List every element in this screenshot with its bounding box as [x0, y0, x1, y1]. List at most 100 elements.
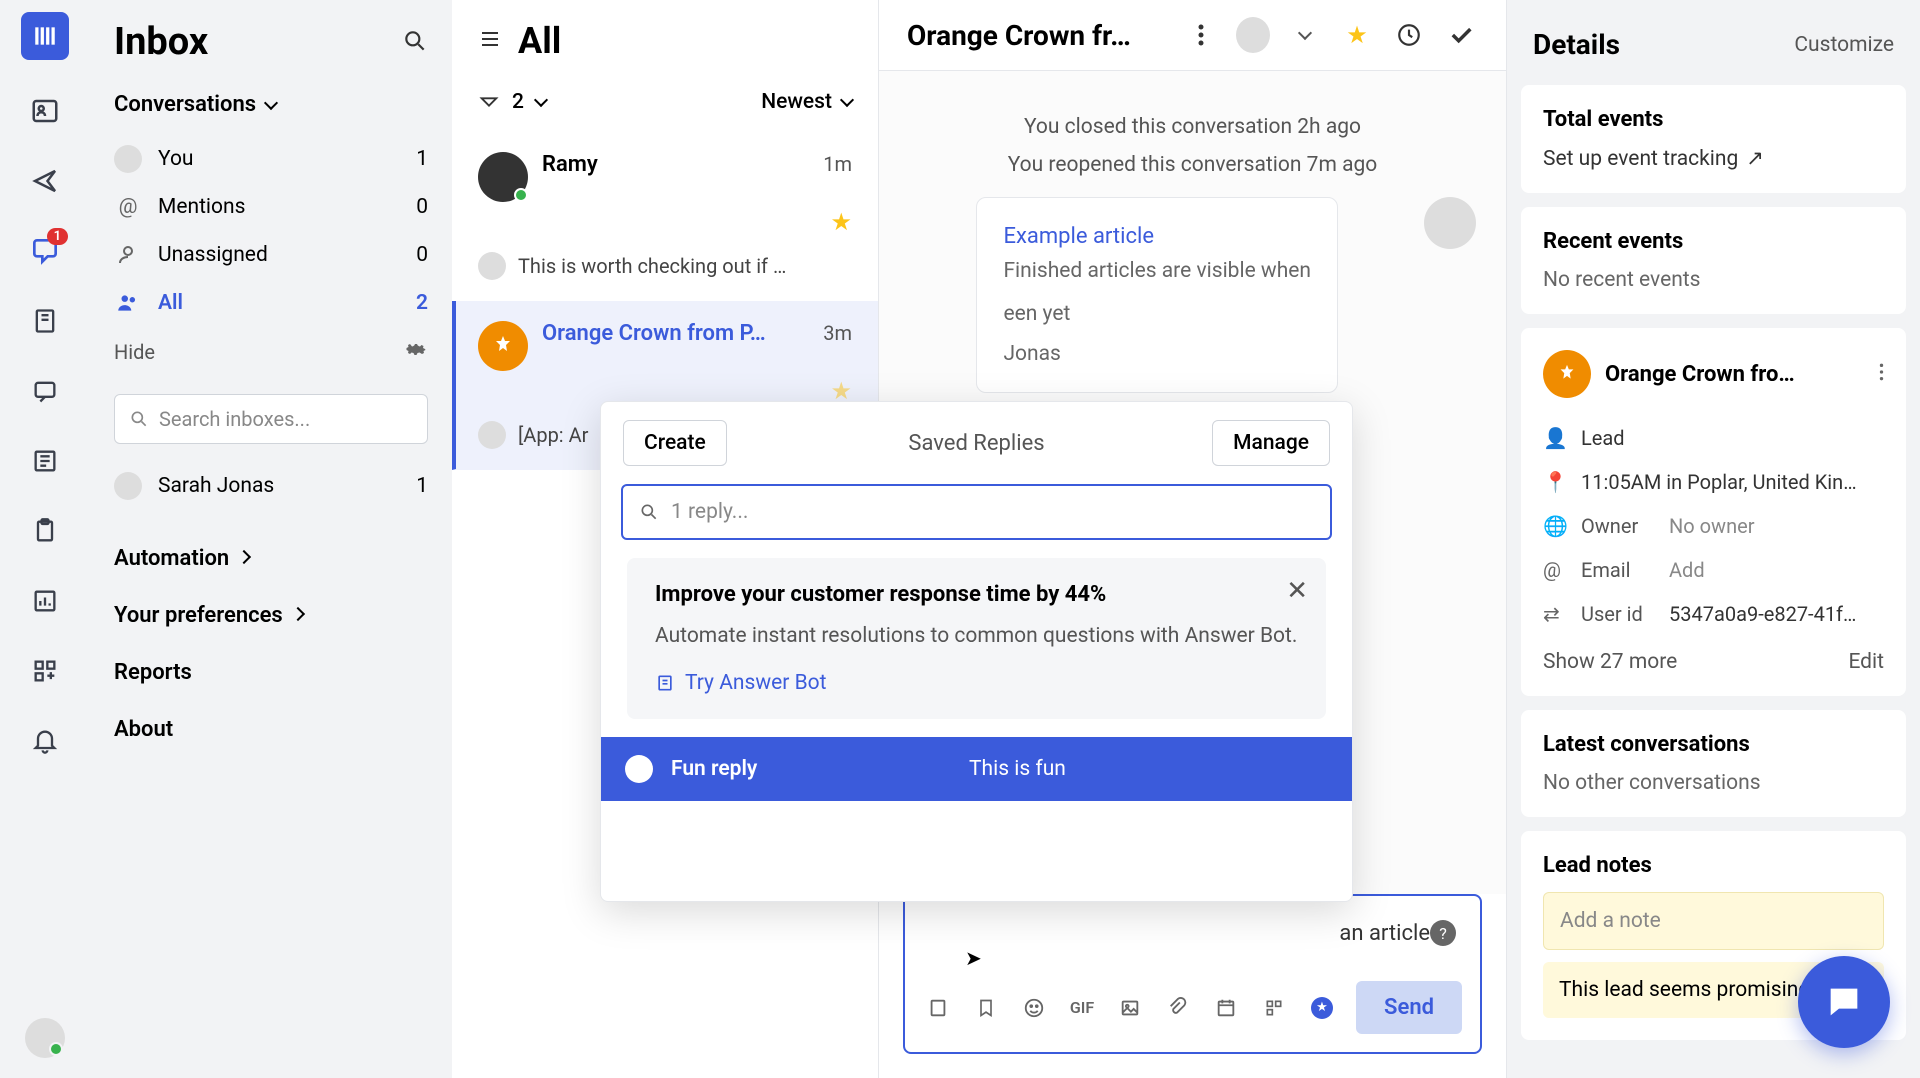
clipboard-icon[interactable] — [26, 512, 64, 550]
close-icon[interactable]: ✕ — [1286, 576, 1308, 606]
calendar-icon[interactable] — [1211, 993, 1241, 1023]
analytics-icon[interactable] — [26, 582, 64, 620]
note-icon[interactable] — [923, 993, 953, 1023]
add-note-input[interactable]: Add a note — [1543, 892, 1884, 950]
sort-dropdown[interactable]: Newest — [761, 90, 852, 114]
open-filter[interactable]: 2 — [478, 90, 546, 114]
location-icon: 📍 — [1543, 470, 1567, 494]
intercom-launcher[interactable] — [1798, 956, 1890, 1048]
app-logo[interactable] — [21, 12, 69, 60]
contacts-icon[interactable] — [26, 92, 64, 130]
send-icon[interactable] — [26, 162, 64, 200]
user-avatar — [1543, 350, 1591, 398]
sidebar-item-all[interactable]: All 2 — [114, 279, 428, 327]
inbox-sidebar: Inbox Conversations You 1 @Mentions 0 Un… — [90, 0, 452, 1078]
attachment-icon[interactable] — [1163, 993, 1193, 1023]
articles-icon[interactable] — [26, 302, 64, 340]
event-tracking-link[interactable]: Set up event tracking ↗ — [1543, 146, 1884, 171]
sidebar-item-unassigned[interactable]: Unassigned 0 — [114, 231, 428, 279]
reports-link[interactable]: Reports — [114, 644, 428, 701]
details-title: Details — [1533, 28, 1620, 61]
email-icon: @ — [1543, 558, 1567, 582]
chevron-down-icon — [264, 95, 278, 109]
bookmark-icon[interactable] — [971, 993, 1001, 1023]
answer-bot-promo: ✕ Improve your customer response time by… — [627, 558, 1326, 719]
messages-icon[interactable]: 1 — [26, 232, 64, 270]
add-email-link[interactable]: Add — [1669, 558, 1705, 582]
hide-link[interactable]: Hide — [114, 340, 155, 364]
latest-conversations-card: Latest conversations No other conversati… — [1521, 710, 1906, 817]
gear-icon[interactable] — [404, 337, 428, 366]
events-card: Total events Set up event tracking ↗ — [1521, 85, 1906, 193]
avatar-icon — [114, 472, 142, 500]
show-more-link[interactable]: Show 27 more — [1543, 650, 1677, 674]
star-icon: ★ — [830, 208, 852, 236]
search-inboxes-input[interactable]: Search inboxes... — [114, 394, 428, 444]
sidebar-item-mentions[interactable]: @Mentions 0 — [114, 183, 428, 231]
create-button[interactable]: Create — [623, 420, 727, 466]
conversation-item[interactable]: Ramy 1m ★ This is worth checking out if … — [452, 132, 878, 301]
chat-icon[interactable] — [26, 372, 64, 410]
composer: an article ? GIF ★ Send — [903, 894, 1482, 1054]
details-panel: Details Customize Total events Set up ev… — [1507, 0, 1920, 1078]
list-title: All — [518, 20, 561, 62]
chevron-right-icon — [237, 549, 251, 563]
composer-content[interactable]: an article — [1339, 921, 1430, 946]
apps-icon[interactable] — [26, 652, 64, 690]
help-icon[interactable]: ? — [1430, 920, 1456, 946]
popup-title: Saved Replies — [908, 431, 1044, 456]
system-message: You closed this conversation 2h ago — [909, 115, 1476, 139]
sidebar-item-you[interactable]: You 1 — [114, 135, 428, 183]
notifications-icon[interactable] — [26, 722, 64, 760]
unassigned-icon — [114, 241, 142, 269]
inbox-title: Inbox — [114, 20, 428, 64]
app-icon[interactable] — [1259, 993, 1289, 1023]
reply-search-input[interactable]: 1 reply... — [621, 484, 1332, 540]
send-button[interactable]: Send — [1356, 981, 1462, 1034]
saved-replies-popup: Create Saved Replies Manage 1 reply... ✕… — [600, 401, 1353, 902]
conversations-header[interactable]: Conversations — [114, 92, 428, 117]
avatar-icon — [478, 421, 506, 449]
assignee-dropdown[interactable] — [1288, 18, 1322, 52]
preferences-link[interactable]: Your preferences — [114, 587, 428, 644]
nav-rail: 1 — [0, 0, 90, 1078]
assignee-avatar[interactable] — [1236, 18, 1270, 52]
system-message: You reopened this conversation 7m ago — [909, 153, 1476, 177]
manage-button[interactable]: Manage — [1212, 420, 1330, 466]
more-icon[interactable] — [1184, 18, 1218, 52]
edit-link[interactable]: Edit — [1848, 650, 1884, 674]
sidebar-teammate[interactable]: Sarah Jonas 1 — [114, 462, 428, 510]
snooze-icon[interactable] — [1392, 18, 1426, 52]
hide-row: Hide — [114, 327, 428, 376]
article-link[interactable]: Example article — [1003, 224, 1154, 249]
messages-badge: 1 — [47, 228, 68, 245]
close-conversation-icon[interactable] — [1444, 18, 1478, 52]
book-icon[interactable] — [26, 442, 64, 480]
cursor-icon: ➤ — [965, 946, 982, 970]
lead-icon: 👤 — [1543, 426, 1567, 450]
recent-events-card: Recent events No recent events — [1521, 207, 1906, 314]
avatar-icon — [478, 252, 506, 280]
star-badge-icon[interactable]: ★ — [1307, 993, 1337, 1023]
try-answer-bot-link[interactable]: Try Answer Bot — [655, 671, 1298, 695]
gif-icon[interactable]: GIF — [1067, 993, 1097, 1023]
avatar — [478, 321, 528, 371]
chevron-down-icon — [534, 93, 548, 107]
avatar — [478, 152, 528, 202]
user-avatar[interactable] — [25, 1018, 65, 1058]
sender-avatar — [1424, 197, 1476, 249]
image-icon[interactable] — [1115, 993, 1145, 1023]
search-icon[interactable] — [402, 20, 428, 64]
id-icon: ⇄ — [1543, 602, 1567, 626]
customize-link[interactable]: Customize — [1794, 33, 1894, 57]
about-link[interactable]: About — [114, 701, 428, 758]
automation-link[interactable]: Automation — [114, 530, 428, 587]
saved-reply-item[interactable]: Fun reply This is fun — [601, 737, 1352, 801]
owner-icon: 🌐 — [1543, 514, 1567, 538]
menu-icon[interactable] — [478, 27, 502, 55]
emoji-icon[interactable] — [1019, 993, 1049, 1023]
more-icon[interactable] — [1879, 362, 1884, 386]
star-icon[interactable]: ★ — [1340, 18, 1374, 52]
people-icon — [114, 289, 142, 317]
avatar-icon — [114, 145, 142, 173]
